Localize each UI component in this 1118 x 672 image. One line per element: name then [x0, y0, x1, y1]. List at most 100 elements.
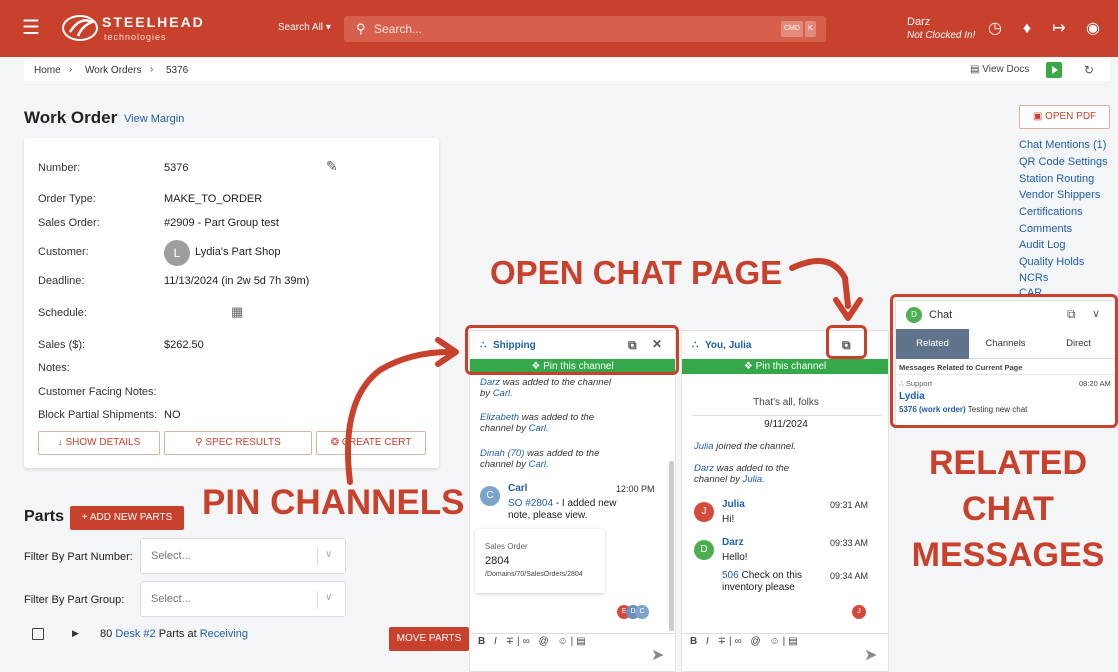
search-input[interactable]: [372, 20, 772, 38]
logout-icon[interactable]: ↦: [1048, 18, 1070, 40]
vendor-shippers-link[interactable]: Vendor Shippers: [1019, 189, 1100, 201]
sales-order-card[interactable]: Sales Order 2804 /Domains/70/SalesOrders…: [475, 529, 605, 593]
ncrs-link[interactable]: NCRs: [1019, 272, 1048, 284]
scrollbar[interactable]: [669, 461, 674, 631]
link-icon[interactable]: ∞: [523, 636, 533, 647]
strikethrough-icon[interactable]: ∓: [506, 636, 517, 647]
brand-subtitle: technologies: [104, 32, 167, 42]
bold-icon[interactable]: B: [690, 636, 700, 647]
audit-log-link[interactable]: Audit Log: [1019, 239, 1065, 251]
pencil-icon[interactable]: ✎: [326, 158, 338, 175]
italic-icon[interactable]: I: [706, 636, 712, 647]
part-number-select[interactable]: Select... ∨: [140, 538, 346, 574]
arrow-down-icon: ↓: [57, 437, 63, 448]
sys-text: joined the channel.: [716, 441, 796, 452]
breadcrumb-home[interactable]: Home: [34, 65, 61, 76]
move-parts-button[interactable]: MOVE PARTS: [389, 627, 469, 651]
send-icon[interactable]: ➤: [651, 645, 664, 665]
sys-user: Elizabeth: [480, 412, 520, 423]
block-partial-value: NO: [164, 409, 181, 421]
view-docs-link[interactable]: ▤ View Docs: [970, 64, 1029, 75]
message-sender[interactable]: Carl: [508, 483, 527, 494]
row-checkbox[interactable]: [32, 628, 44, 640]
formatting-toolbar: B I ∓|∞ @ ☺|▤: [690, 636, 801, 647]
deadline-label: Deadline:: [38, 275, 85, 287]
italic-icon[interactable]: I: [494, 636, 500, 647]
breadcrumb-current: 5376: [166, 65, 189, 76]
card-label: Sales Order: [485, 542, 528, 551]
expand-triangle-icon[interactable]: ▶: [72, 628, 79, 639]
comments-link[interactable]: Comments: [1019, 223, 1072, 235]
sales-order-link[interactable]: #2909 - Part Group test: [164, 217, 279, 229]
arrow-open-chat: [789, 258, 851, 309]
message-sender[interactable]: Julia: [722, 499, 745, 510]
show-details-label: SHOW DETAILS: [65, 437, 141, 448]
part-group-select[interactable]: Select... ∨: [140, 581, 346, 617]
highlight-open-chat-button: [826, 325, 867, 359]
emoji-icon[interactable]: ☺: [557, 636, 570, 647]
block-partial-label: Block Partial Shipments:: [38, 409, 158, 421]
link-icon[interactable]: ∞: [735, 636, 745, 647]
avatar: L: [164, 240, 190, 266]
bell-icon[interactable]: ♦: [1016, 18, 1038, 40]
show-details-button[interactable]: ↓ SHOW DETAILS: [38, 431, 160, 455]
spec-results-button[interactable]: ⚲ SPEC RESULTS: [164, 431, 312, 455]
calendar-icon[interactable]: ▦: [231, 304, 243, 320]
camera-icon[interactable]: ◉: [1082, 18, 1104, 40]
message-sender[interactable]: Darz: [722, 537, 744, 548]
strikethrough-icon[interactable]: ∓: [718, 636, 729, 647]
message-time: 12:00 PM: [616, 484, 655, 494]
top-bar: ☰ STEELHEAD technologies Search All ▾ ⚲ …: [0, 0, 1118, 57]
open-pdf-button[interactable]: ▣ OPEN PDF: [1019, 105, 1110, 129]
breadcrumb-work-orders[interactable]: Work Orders: [85, 65, 142, 76]
message-time: 09:34 AM: [830, 571, 869, 581]
bold-icon[interactable]: B: [478, 636, 488, 647]
view-margin-link[interactable]: View Margin: [124, 113, 184, 125]
deadline-value: 11/13/2024 (in 2w 5d 7h 39m): [164, 275, 310, 287]
message-time: 09:33 AM: [830, 538, 869, 548]
mention-icon[interactable]: @: [751, 636, 764, 647]
user-name[interactable]: Darz: [907, 16, 930, 28]
play-icon[interactable]: [1046, 62, 1062, 78]
pin-channel-bar[interactable]: ❖ Pin this channel: [682, 359, 888, 374]
qr-code-settings-link[interactable]: QR Code Settings: [1019, 156, 1108, 168]
attach-icon[interactable]: ▤: [788, 636, 800, 647]
system-message: Dinah (70) was added to the channel by C…: [480, 448, 620, 470]
formatting-toolbar: B I ∓|∞ @ ☺|▤: [478, 636, 589, 647]
clock-status[interactable]: Not Clocked In!: [907, 30, 975, 41]
system-message: Julia joined the channel.: [694, 441, 864, 452]
create-cert-label: CREATE CERT: [341, 437, 412, 448]
chat-mentions-link[interactable]: Chat Mentions (1): [1019, 139, 1106, 151]
search-scope-dropdown[interactable]: Search All ▾: [278, 22, 331, 33]
create-cert-button[interactable]: ❂ CREATE CERT: [316, 431, 426, 455]
inventory-link[interactable]: 506: [722, 570, 739, 581]
pdf-icon: ▣: [1032, 111, 1043, 122]
search-bar[interactable]: ⚲ CMD K: [344, 16, 826, 42]
send-icon[interactable]: ➤: [864, 645, 877, 665]
station-routing-link[interactable]: Station Routing: [1019, 173, 1094, 185]
chat-title: You, Julia: [705, 340, 752, 351]
customer-link[interactable]: Lydia's Part Shop: [195, 246, 280, 258]
certifications-link[interactable]: Certifications: [1019, 206, 1083, 218]
shipping-chat-window: ∴ Shipping ⧉ ✕ ❖ Pin this channel Darz w…: [469, 330, 676, 672]
message-text: Hi!: [722, 514, 735, 525]
attach-icon[interactable]: ▤: [576, 636, 588, 647]
parts-row-text: 80 Desk #2 Parts at Receiving: [100, 628, 248, 640]
so-link[interactable]: SO #2804: [508, 498, 553, 509]
location-link[interactable]: Receiving: [200, 628, 248, 640]
arrowhead-pin-channels: [435, 337, 459, 367]
chevron-down-icon: ▾: [325, 22, 331, 33]
car-link[interactable]: CAR: [1019, 287, 1042, 294]
mention-icon[interactable]: @: [539, 636, 552, 647]
emoji-icon[interactable]: ☺: [769, 636, 782, 647]
customer-label: Customer:: [38, 246, 89, 258]
quality-holds-link[interactable]: Quality Holds: [1019, 256, 1084, 268]
hamburger-menu-icon[interactable]: ☰: [22, 18, 44, 38]
time-clock-icon[interactable]: ◷: [984, 18, 1006, 40]
filter-part-number-label: Filter By Part Number:: [24, 551, 133, 563]
refresh-icon[interactable]: ↻: [1084, 63, 1094, 77]
steelhead-logo-icon[interactable]: [60, 12, 100, 44]
message-text: 506 Check on this inventory please: [722, 570, 812, 594]
add-new-parts-button[interactable]: + ADD NEW PARTS: [70, 506, 184, 530]
desk-link[interactable]: Desk #2: [115, 628, 155, 640]
